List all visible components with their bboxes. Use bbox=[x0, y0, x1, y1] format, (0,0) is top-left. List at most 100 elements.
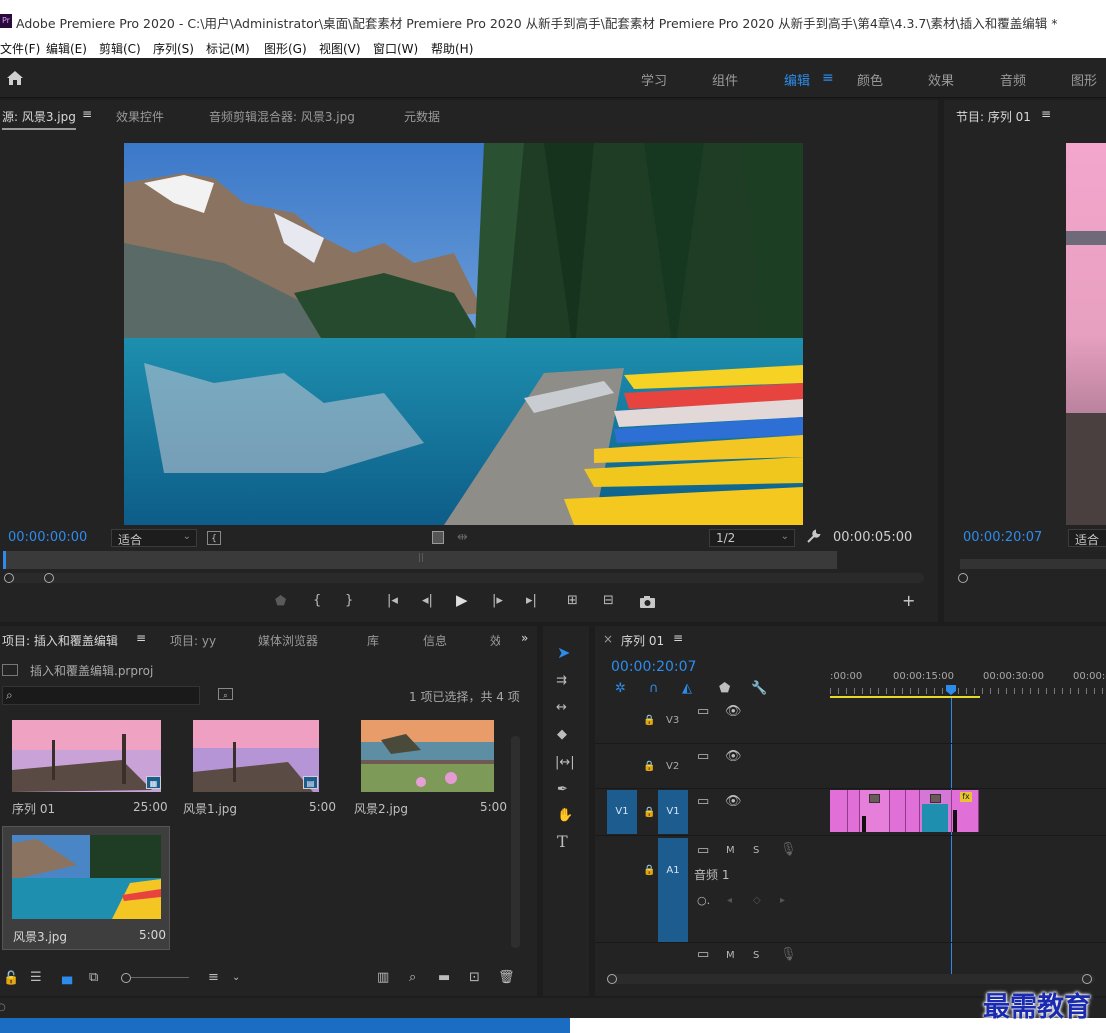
workspace-assembly[interactable]: 组件 bbox=[712, 70, 738, 89]
menu-edit[interactable]: 编辑(E) bbox=[46, 40, 87, 57]
toggle-sync-icon[interactable]: ▭ bbox=[697, 795, 709, 809]
insert-icon[interactable]: ⊞ bbox=[567, 594, 578, 608]
zoom-handle-left[interactable] bbox=[4, 573, 14, 583]
keyframe-icon[interactable]: ○. bbox=[697, 894, 710, 908]
clip[interactable] bbox=[830, 790, 848, 832]
tab-audio-clip-mixer[interactable]: 音频剪辑混合器: 风景3.jpg bbox=[209, 108, 355, 125]
selection-tool-icon[interactable]: ➤ bbox=[557, 645, 570, 661]
work-area-bar[interactable] bbox=[830, 696, 980, 698]
step-back-icon[interactable]: ◂| bbox=[422, 594, 433, 608]
add-marker-icon[interactable]: ⬟ bbox=[275, 595, 286, 609]
microphone-icon[interactable]: 🎙 bbox=[780, 843, 797, 857]
toggle-sync-icon[interactable]: ▭ bbox=[697, 750, 709, 764]
v1-clip-strip[interactable]: fx bbox=[830, 790, 980, 833]
eye-icon[interactable]: 👁 bbox=[725, 795, 742, 809]
program-fit-dropdown[interactable]: 适合 bbox=[1068, 529, 1106, 547]
project-item-landscape-3[interactable]: 风景3.jpg 5:00 bbox=[2, 826, 170, 950]
clip[interactable] bbox=[906, 790, 920, 832]
trash-icon[interactable]: 🗑 bbox=[498, 971, 515, 985]
tab-program[interactable]: 节目: 序列 01 bbox=[956, 108, 1031, 125]
menu-file[interactable]: 文件(F) bbox=[0, 40, 40, 57]
clip[interactable] bbox=[860, 790, 890, 832]
slip-tool-icon[interactable]: |↔| bbox=[555, 756, 575, 770]
source-panel-menu-icon[interactable]: ≡ bbox=[82, 107, 92, 121]
source-patch-v1[interactable]: V1 bbox=[607, 790, 637, 834]
pen-tool-icon[interactable]: ✒ bbox=[557, 783, 568, 797]
track-target-v1[interactable]: V1 bbox=[658, 790, 688, 834]
play-icon[interactable]: ▶ bbox=[456, 593, 468, 608]
workspace-learning[interactable]: 学习 bbox=[641, 70, 667, 89]
close-tab-icon[interactable]: × bbox=[603, 632, 613, 646]
add-button-icon[interactable]: + bbox=[902, 593, 915, 609]
timeline-scrollbar[interactable] bbox=[607, 974, 1095, 984]
mute-button[interactable]: M bbox=[726, 950, 735, 961]
track-lock-icon[interactable]: 🔒 bbox=[643, 806, 655, 820]
go-to-out-icon[interactable]: ▸| bbox=[526, 594, 537, 608]
clip[interactable] bbox=[848, 790, 860, 832]
go-to-in-icon[interactable]: |◂ bbox=[387, 594, 398, 608]
program-timecode-current[interactable]: 00:00:20:07 bbox=[963, 530, 1042, 545]
wrench-icon[interactable] bbox=[806, 529, 821, 544]
next-keyframe-icon[interactable]: ▸ bbox=[780, 894, 785, 908]
menu-help[interactable]: 帮助(H) bbox=[431, 40, 473, 57]
mark-out-icon[interactable]: } bbox=[345, 594, 353, 608]
automate-to-sequence-icon[interactable]: ▥ bbox=[377, 971, 389, 985]
microphone-icon[interactable]: 🎙 bbox=[780, 948, 797, 962]
toggle-sync-icon[interactable]: ▭ bbox=[697, 705, 709, 719]
timeline-ruler[interactable]: :00:00 00:00:15:00 00:00:30:00 00:00:4 bbox=[830, 668, 1106, 698]
icon-view-icon[interactable]: ▄ bbox=[62, 971, 72, 985]
solo-button[interactable]: S bbox=[753, 845, 759, 856]
mute-button[interactable]: M bbox=[726, 845, 735, 856]
tab-sequence[interactable]: 序列 01 bbox=[621, 632, 664, 649]
drag-video-icon[interactable] bbox=[432, 531, 444, 544]
eye-icon[interactable]: 👁 bbox=[725, 705, 742, 719]
drag-audio-icon[interactable]: ⇹ bbox=[457, 531, 468, 545]
camera-icon[interactable] bbox=[640, 596, 655, 608]
clip-selected[interactable] bbox=[920, 790, 952, 832]
toggle-sync-icon[interactable]: ▭ bbox=[697, 948, 709, 962]
workspace-menu-icon[interactable]: ≡ bbox=[822, 70, 834, 86]
step-forward-icon[interactable]: |▸ bbox=[492, 594, 503, 608]
project-scrollbar[interactable] bbox=[511, 736, 520, 948]
program-zoom-handle[interactable] bbox=[958, 573, 968, 583]
timeline-timecode[interactable]: 00:00:20:07 bbox=[611, 659, 696, 675]
track-lock-icon[interactable]: 🔒 bbox=[643, 714, 655, 728]
workspace-color[interactable]: 颜色 bbox=[857, 70, 883, 89]
track-select-tool-icon[interactable]: ⇉ bbox=[556, 674, 567, 688]
razor-tool-icon[interactable]: ◆ bbox=[557, 728, 567, 742]
track-target-a1[interactable]: A1 bbox=[658, 838, 688, 942]
eye-icon[interactable]: 👁 bbox=[725, 750, 742, 764]
workspace-effects[interactable]: 效果 bbox=[928, 70, 954, 89]
track-lock-icon[interactable]: 🔒 bbox=[643, 760, 655, 774]
clip[interactable] bbox=[890, 790, 906, 832]
insert-marker-icon[interactable]: { bbox=[207, 531, 221, 545]
program-time-ruler[interactable] bbox=[960, 559, 1106, 569]
tab-metadata[interactable]: 元数据 bbox=[404, 108, 440, 125]
ripple-edit-tool-icon[interactable]: ↔ bbox=[556, 701, 567, 715]
find-icon[interactable]: ⌕ bbox=[409, 971, 416, 985]
solo-button[interactable]: S bbox=[753, 950, 759, 961]
thumbnail-size-slider[interactable] bbox=[121, 973, 189, 983]
tab-info[interactable]: 信息 bbox=[423, 632, 447, 649]
sort-icon[interactable]: ≡ bbox=[208, 971, 219, 985]
home-icon[interactable] bbox=[6, 70, 24, 86]
nest-icon[interactable]: ✲ bbox=[615, 682, 626, 696]
source-zoom-bar[interactable] bbox=[4, 573, 924, 583]
tab-media-browser[interactable]: 媒体浏览器 bbox=[258, 632, 318, 649]
tab-project-main[interactable]: 项目: 插入和覆盖编辑 bbox=[2, 632, 118, 649]
type-tool-icon[interactable]: T bbox=[557, 834, 568, 850]
program-panel-menu-icon[interactable]: ≡ bbox=[1041, 107, 1051, 121]
workspace-graphics[interactable]: 图形 bbox=[1071, 70, 1097, 89]
timeline-menu-icon[interactable]: ≡ bbox=[673, 631, 683, 645]
project-item-landscape-2[interactable]: 风景2.jpg 5:00 bbox=[342, 716, 510, 824]
tab-effect-controls[interactable]: 效果控件 bbox=[116, 108, 164, 125]
scroll-handle-left[interactable] bbox=[607, 974, 617, 984]
snap-icon[interactable]: ∩ bbox=[649, 682, 659, 696]
track-lock-icon[interactable]: 🔒 bbox=[643, 864, 655, 878]
workspace-audio[interactable]: 音频 bbox=[1000, 70, 1026, 89]
freeform-view-icon[interactable]: ⧉ bbox=[89, 971, 98, 985]
project-search-field[interactable]: ⌕ bbox=[2, 686, 200, 705]
toggle-sync-icon[interactable]: ▭ bbox=[697, 844, 709, 858]
tab-effects-truncated[interactable]: 效 bbox=[490, 632, 500, 649]
tab-libraries[interactable]: 库 bbox=[367, 632, 379, 649]
